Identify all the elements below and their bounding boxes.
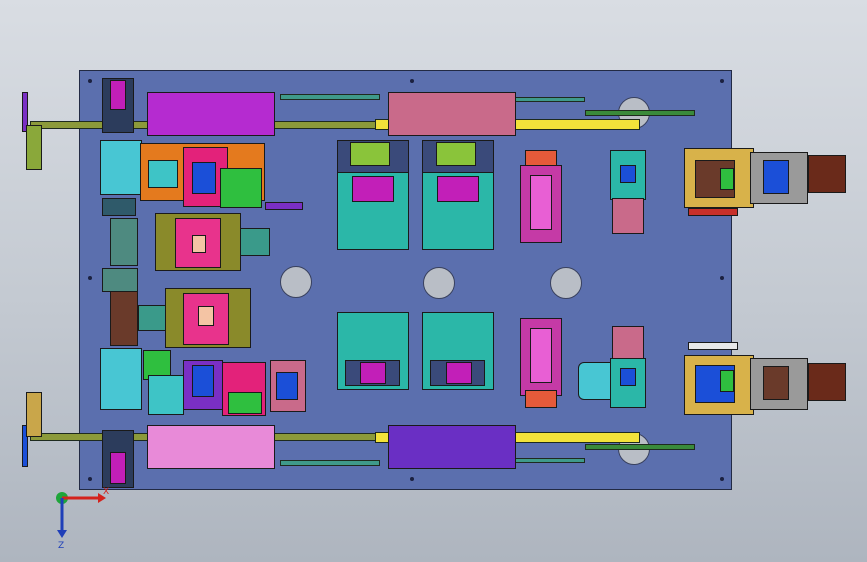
tr-brown-motor[interactable] [808,155,846,193]
top-pink-carriage[interactable] [388,92,516,136]
station1-magenta-head [352,176,394,202]
bottom-left-cylinder-cap [110,452,126,484]
tl-cyan-module[interactable] [100,140,142,195]
bl-side-block[interactable] [138,305,166,331]
tl-purple-rod[interactable] [265,202,303,210]
tl-insert [192,235,206,253]
tl-blue-gripper[interactable] [192,162,216,194]
station8-blue [620,368,636,386]
bottom-cylinder-rod[interactable] [280,460,380,466]
edge-bolt [410,79,414,83]
bl-blue-side-block [276,372,298,400]
left-column-joint[interactable] [102,268,138,292]
bottom-right-rod[interactable] [515,458,585,463]
station5-magenta-head [360,362,386,384]
top-left-cylinder-cap [110,80,126,110]
bl-green-clamp[interactable] [228,392,262,414]
triad-z-label: Z [58,541,64,550]
triad-z-arrow-icon [57,530,67,538]
tl-green-clamp[interactable] [220,168,262,208]
triad-x-label: X [103,487,109,497]
top-magenta-carriage[interactable] [147,92,275,136]
edge-bolt [720,276,724,280]
station6-magenta-head [446,362,472,384]
edge-bolt [410,477,414,481]
plate-hole [423,267,455,299]
station1-top-clamp[interactable] [350,142,390,166]
station4-lower[interactable] [612,198,644,234]
corner-bolt [720,79,724,83]
br-white-rod[interactable] [688,342,738,350]
coordinate-triad: X Z [40,480,110,551]
station8-upper[interactable] [612,326,644,362]
top-cylinder-rod[interactable] [280,94,380,100]
tl-cyan-clamp[interactable] [148,160,178,188]
bl-insert [198,306,214,326]
station7-slot [530,328,552,383]
edge-bolt [88,276,92,280]
br-brown-block [763,366,789,400]
tr-blue-block [763,160,789,194]
station2-top-clamp[interactable] [436,142,476,166]
left-column-lower[interactable] [110,290,138,346]
station3-slot [530,175,552,230]
left-top-bracket[interactable] [26,125,42,170]
top-right-rod[interactable] [515,97,585,102]
left-bottom-bracket[interactable] [26,392,42,437]
tr-red-rod[interactable] [688,208,738,216]
tr-green-insert [720,168,734,190]
br-green-insert [720,370,734,392]
bl-blue-gripper[interactable] [192,365,214,397]
plate-hole [550,267,582,299]
bottom-pink-carriage[interactable] [147,425,275,469]
tl-column-base[interactable] [102,198,136,216]
corner-bolt [720,477,724,481]
corner-bolt [88,79,92,83]
bl-cyan-clamp[interactable] [148,375,184,415]
bottom-purple-carriage[interactable] [388,425,516,469]
station2-magenta-head [437,176,479,202]
cad-viewport[interactable]: X Z [0,0,867,562]
bl-cyan-module[interactable] [100,348,142,410]
br-brown-motor[interactable] [808,363,846,401]
tl-side-block[interactable] [240,228,270,256]
plate-hole [280,266,312,298]
station4-blue [620,165,636,183]
top-extension-rod[interactable] [585,110,695,116]
station7-bottom-cap[interactable] [525,390,557,408]
left-column-upper[interactable] [110,218,138,266]
bottom-extension-rod[interactable] [585,444,695,450]
